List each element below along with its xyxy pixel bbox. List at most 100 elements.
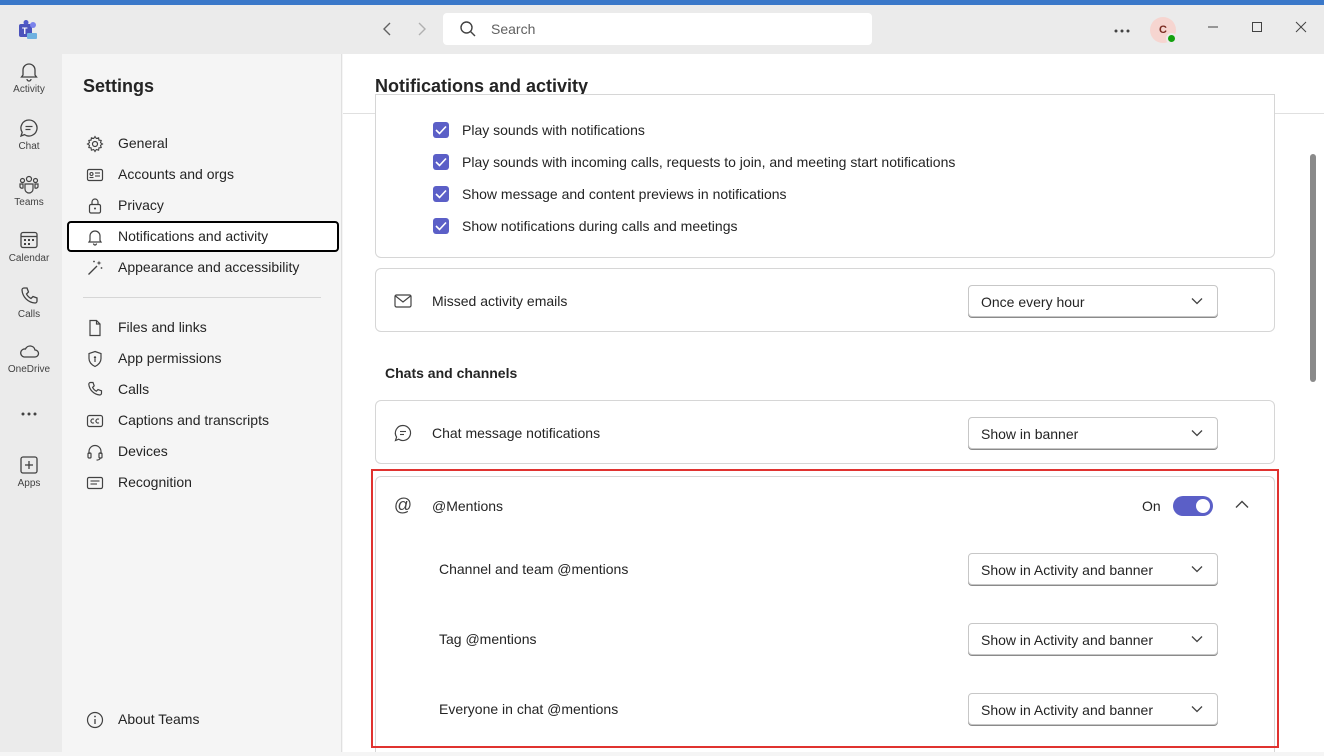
section-heading-chats: Chats and channels [385, 365, 518, 381]
apps-icon [20, 456, 38, 474]
settings-nav-devices[interactable]: Devices [67, 436, 339, 467]
maximize-icon[interactable] [1245, 17, 1269, 41]
chat-notifications-dropdown[interactable]: Show in banner [968, 417, 1218, 449]
phone-icon [88, 381, 103, 396]
rail-item-teams[interactable]: Teams [0, 173, 58, 208]
rail-item-more[interactable] [0, 410, 58, 418]
checkmark-icon [435, 221, 447, 231]
svg-text:T: T [22, 26, 28, 36]
more-icon [21, 412, 37, 416]
file-icon [89, 319, 101, 337]
rail-item-calendar[interactable]: Calendar [0, 229, 58, 264]
rail-item-apps[interactable]: Apps [0, 454, 58, 489]
chat-icon [19, 119, 38, 138]
at-sign-icon: @ [393, 495, 413, 515]
search-input[interactable] [491, 13, 851, 45]
scrollbar-thumb[interactable] [1310, 154, 1316, 382]
main-content: Notifications and activity Play sounds w… [343, 54, 1324, 752]
rail-item-activity[interactable]: Activity [0, 60, 58, 95]
chat-notifications-label: Chat message notifications [432, 425, 601, 441]
settings-nav-about[interactable]: About Teams [67, 704, 339, 735]
forward-arrow-icon[interactable] [412, 20, 430, 38]
back-arrow-icon[interactable] [379, 20, 397, 38]
settings-nav-privacy[interactable]: Privacy [67, 190, 339, 221]
dropdown-value: Show in Activity and banner [981, 562, 1153, 578]
shield-icon [88, 350, 102, 368]
teams-logo-icon[interactable]: T [17, 19, 39, 41]
settings-nav-label: Files and links [118, 319, 207, 335]
settings-nav-captions[interactable]: Captions and transcripts [67, 405, 339, 436]
chevron-up-icon[interactable] [1235, 500, 1249, 509]
settings-nav-calls[interactable]: Calls [67, 374, 339, 405]
checkbox[interactable] [433, 122, 449, 138]
mentions-toggle[interactable] [1173, 496, 1213, 516]
checkbox-label: Play sounds with notifications [462, 122, 645, 138]
app-rail: Activity Chat Teams Calendar Calls OneDr… [0, 54, 62, 752]
settings-nav-label: Accounts and orgs [118, 166, 234, 182]
id-card-icon [86, 168, 104, 182]
checkbox[interactable] [433, 186, 449, 202]
rail-item-calls[interactable]: Calls [0, 285, 58, 320]
tag-mentions-label: Tag @mentions [439, 631, 537, 647]
search-box[interactable] [443, 13, 872, 45]
phone-icon [21, 287, 38, 304]
mentions-label: @Mentions [432, 498, 504, 514]
mentions-card: @ @Mentions On Channel and team @mention… [375, 476, 1275, 752]
settings-nav-notifications[interactable]: Notifications and activity [67, 221, 339, 252]
everyone-mentions-label: Everyone in chat @mentions [439, 701, 619, 717]
checkbox-label: Show notifications during calls and meet… [462, 218, 738, 234]
tag-mentions-dropdown[interactable]: Show in Activity and banner [968, 623, 1218, 655]
calendar-icon [20, 231, 38, 249]
rail-label: OneDrive [7, 364, 51, 375]
settings-nav-appearance[interactable]: Appearance and accessibility [67, 252, 339, 283]
channel-mentions-label: Channel and team @mentions [439, 561, 629, 577]
more-options-icon[interactable] [1110, 17, 1134, 41]
settings-nav-label: Notifications and activity [118, 228, 269, 244]
settings-nav-app-permissions[interactable]: App permissions [67, 343, 339, 374]
rail-item-chat[interactable]: Chat [0, 117, 58, 152]
settings-title: Settings [83, 76, 155, 96]
settings-nav-label: Privacy [118, 197, 164, 213]
presence-available-icon [1166, 33, 1177, 44]
minimize-icon[interactable] [1201, 17, 1225, 41]
settings-nav-recognition[interactable]: Recognition [67, 467, 339, 498]
settings-nav-label: General [118, 135, 168, 151]
channel-mentions-dropdown[interactable]: Show in Activity and banner [968, 553, 1218, 585]
bell-icon [87, 230, 103, 246]
missed-emails-dropdown[interactable]: Once every hour [968, 285, 1218, 317]
settings-nav-label: Captions and transcripts [118, 412, 269, 428]
rail-item-onedrive[interactable]: OneDrive [0, 342, 58, 375]
mail-icon [394, 294, 412, 308]
settings-nav-files[interactable]: Files and links [67, 312, 339, 343]
dropdown-value: Show in Activity and banner [981, 702, 1153, 718]
bell-icon [20, 63, 38, 82]
everyone-mentions-dropdown[interactable]: Show in Activity and banner [968, 693, 1218, 725]
captions-icon [86, 414, 104, 428]
settings-nav-accounts[interactable]: Accounts and orgs [67, 159, 339, 190]
chevron-down-icon [1191, 566, 1203, 573]
checkbox[interactable] [433, 154, 449, 170]
missed-emails-card: Missed activity emails Once every hour [375, 268, 1275, 332]
chevron-down-icon [1191, 430, 1203, 437]
chevron-down-icon [1191, 706, 1203, 713]
checkbox[interactable] [433, 218, 449, 234]
teams-icon [19, 175, 39, 194]
toggle-knob [1196, 499, 1210, 513]
rail-label: Calls [17, 309, 41, 320]
dropdown-value: Show in banner [981, 426, 1079, 442]
close-icon[interactable] [1289, 17, 1313, 41]
chat-icon [394, 424, 412, 442]
settings-nav-label: App permissions [118, 350, 222, 366]
settings-nav-label: Devices [118, 443, 168, 459]
nav-divider [83, 297, 321, 298]
magic-wand-icon [88, 260, 103, 275]
missed-emails-label: Missed activity emails [432, 293, 568, 309]
checkbox-label: Play sounds with incoming calls, request… [462, 154, 956, 170]
checkbox-label: Show message and content previews in not… [462, 186, 787, 202]
search-icon [460, 21, 476, 37]
settings-nav-general[interactable]: General [67, 128, 339, 159]
settings-nav-label: About Teams [118, 711, 200, 727]
gear-icon [86, 135, 104, 153]
mentions-state-label: On [1142, 498, 1161, 514]
rail-label: Teams [14, 197, 44, 208]
